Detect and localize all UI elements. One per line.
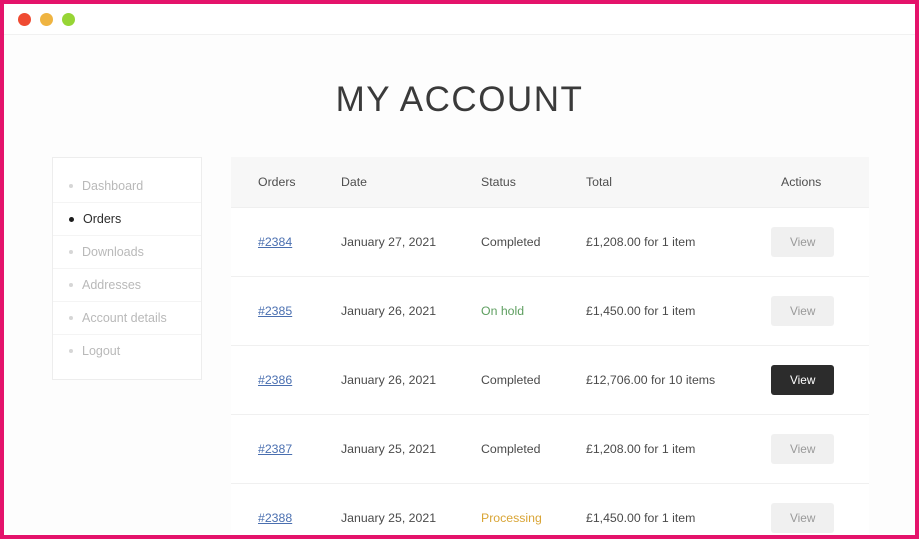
browser-window: MY ACCOUNT Dashboard Orders Downloads Addre… xyxy=(0,0,919,539)
order-link[interactable]: #2385 xyxy=(258,304,292,318)
bullet-icon xyxy=(69,184,73,188)
order-link[interactable]: #2387 xyxy=(258,442,292,456)
view-order-button[interactable]: View xyxy=(771,296,834,326)
cell-actions: View xyxy=(771,208,869,277)
cell-status: Completed xyxy=(481,415,586,484)
sidebar-item-label: Dashboard xyxy=(82,179,143,193)
sidebar-item-logout[interactable]: Logout xyxy=(53,335,201,367)
orders-table-head: Orders Date Status Total Actions xyxy=(231,157,869,208)
column-header-total: Total xyxy=(586,157,771,208)
table-row: #2384 January 27, 2021Completed £1,208.00 … xyxy=(231,208,869,277)
cell-actions: View xyxy=(771,346,869,415)
cell-status: Completed xyxy=(481,346,586,415)
cell-actions: View xyxy=(771,415,869,484)
window-titlebar xyxy=(4,4,915,35)
bullet-icon xyxy=(69,217,74,222)
table-row: #2388 January 25, 2021Processing £1,450.00… xyxy=(231,484,869,535)
view-order-button[interactable]: View xyxy=(771,227,834,257)
cell-order: #2387 xyxy=(231,415,341,484)
status-badge: Completed xyxy=(481,235,540,249)
table-row: #2386 January 26, 2021Completed £12,706.00… xyxy=(231,346,869,415)
view-order-button[interactable]: View xyxy=(771,434,834,464)
sidebar-item-label: Downloads xyxy=(82,245,144,259)
cell-total: £1,450.00 for 1 item xyxy=(586,277,771,346)
cell-total: £1,208.00 for 1 item xyxy=(586,415,771,484)
orders-header-row: Orders Date Status Total Actions xyxy=(231,157,869,208)
table-row: #2387 January 25, 2021Completed £1,208.00 … xyxy=(231,415,869,484)
order-link[interactable]: #2388 xyxy=(258,511,292,525)
order-link[interactable]: #2384 xyxy=(258,235,292,249)
cell-date: January 25, 2021 xyxy=(341,415,481,484)
account-sidebar: Dashboard Orders Downloads Addresses Account… xyxy=(52,157,202,380)
sidebar-item-orders[interactable]: Orders xyxy=(53,203,201,236)
table-row: #2385 January 26, 2021On hold £1,450.00 fo… xyxy=(231,277,869,346)
bullet-icon xyxy=(69,316,73,320)
cell-total: £1,208.00 for 1 item xyxy=(586,208,771,277)
cell-date: January 27, 2021 xyxy=(341,208,481,277)
order-link[interactable]: #2386 xyxy=(258,373,292,387)
cell-order: #2385 xyxy=(231,277,341,346)
cell-status: Completed xyxy=(481,208,586,277)
minimize-dot[interactable] xyxy=(40,13,53,26)
column-header-orders: Orders xyxy=(231,157,341,208)
view-order-button[interactable]: View xyxy=(771,503,834,533)
orders-content: Orders Date Status Total Actions #2384 Ja… xyxy=(231,157,869,534)
status-badge: On hold xyxy=(481,304,524,318)
sidebar-item-addresses[interactable]: Addresses xyxy=(53,269,201,302)
close-dot[interactable] xyxy=(18,13,31,26)
account-layout: Dashboard Orders Downloads Addresses Account… xyxy=(4,157,915,534)
cell-order: #2384 xyxy=(231,208,341,277)
page-body: MY ACCOUNT Dashboard Orders Downloads Addre… xyxy=(4,35,915,534)
cell-total: £1,450.00 for 1 item xyxy=(586,484,771,535)
orders-table-body: #2384January 27, 2021Completed£1,208.00 … xyxy=(231,208,869,535)
column-header-status: Status xyxy=(481,157,586,208)
sidebar-item-downloads[interactable]: Downloads xyxy=(53,236,201,269)
orders-table: Orders Date Status Total Actions #2384 Ja… xyxy=(231,157,869,534)
sidebar-item-label: Account details xyxy=(82,311,167,325)
page-title: MY ACCOUNT xyxy=(4,35,915,130)
sidebar-item-label: Addresses xyxy=(82,278,141,292)
status-badge: Completed xyxy=(481,442,540,456)
bullet-icon xyxy=(69,250,73,254)
bullet-icon xyxy=(69,349,73,353)
cell-total: £12,706.00 for 10 items xyxy=(586,346,771,415)
cell-status: On hold xyxy=(481,277,586,346)
cell-order: #2386 xyxy=(231,346,341,415)
cell-status: Processing xyxy=(481,484,586,535)
sidebar-item-account-details[interactable]: Account details xyxy=(53,302,201,335)
cell-actions: View xyxy=(771,277,869,346)
cell-date: January 25, 2021 xyxy=(341,484,481,535)
view-order-button[interactable]: View xyxy=(771,365,834,395)
sidebar-item-dashboard[interactable]: Dashboard xyxy=(53,170,201,203)
status-badge: Completed xyxy=(481,373,540,387)
cell-actions: View xyxy=(771,484,869,535)
cell-date: January 26, 2021 xyxy=(341,346,481,415)
status-badge: Processing xyxy=(481,511,542,525)
bullet-icon xyxy=(69,283,73,287)
maximize-dot[interactable] xyxy=(62,13,75,26)
sidebar-item-label: Logout xyxy=(82,344,120,358)
cell-date: January 26, 2021 xyxy=(341,277,481,346)
column-header-date: Date xyxy=(341,157,481,208)
cell-order: #2388 xyxy=(231,484,341,535)
sidebar-item-label: Orders xyxy=(83,212,121,226)
column-header-actions: Actions xyxy=(771,157,869,208)
